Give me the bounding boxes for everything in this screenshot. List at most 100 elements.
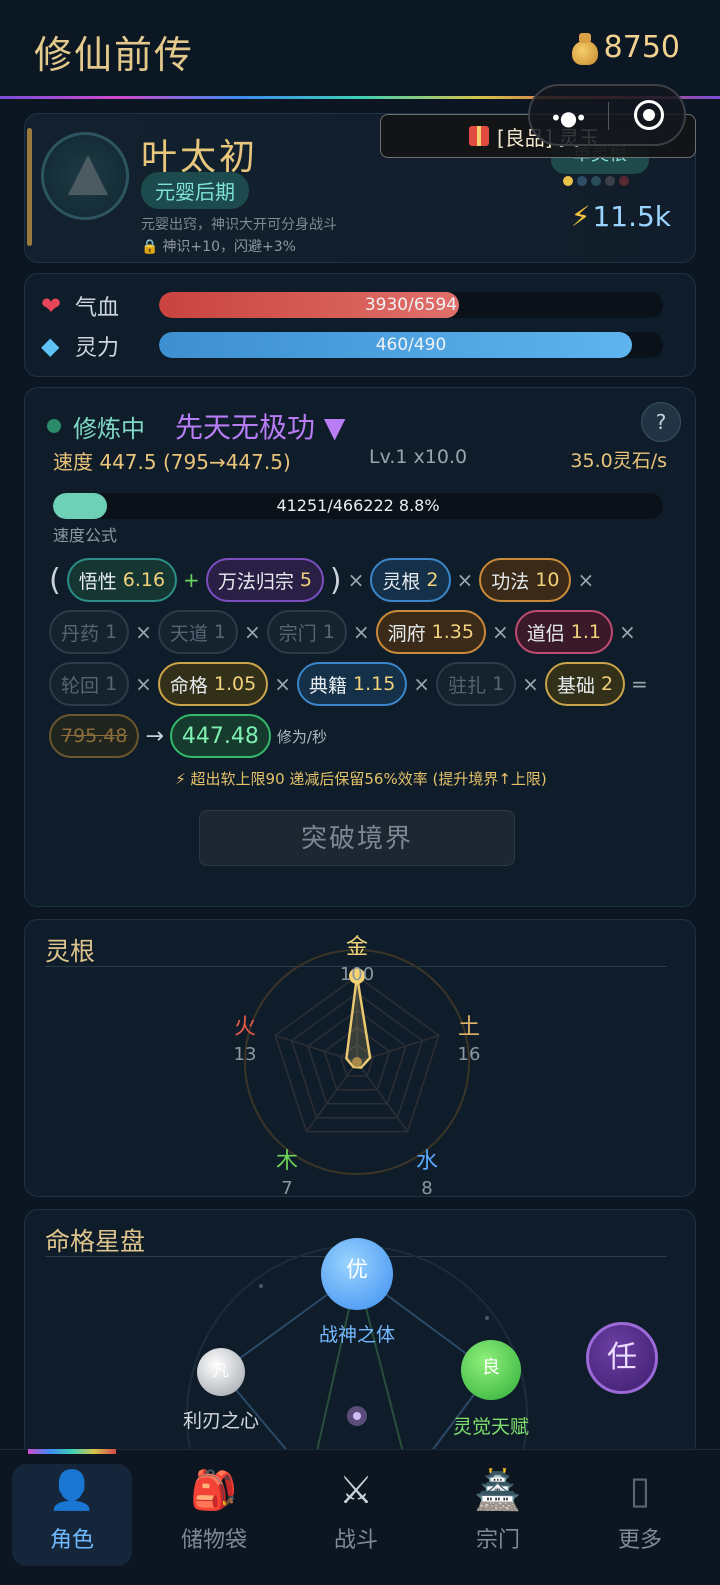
quality-dot [563, 176, 573, 186]
more-dots-icon[interactable]: •●• [550, 106, 587, 130]
destiny-orb-right[interactable]: 良 [461, 1340, 521, 1400]
chip-key: 轮回 [61, 674, 100, 697]
formula-chip[interactable]: 宗门 1 [266, 610, 347, 654]
final-result-chip: 447.48 [169, 714, 271, 758]
chip-value: 1.05 [213, 673, 257, 695]
spirit-root-radar: 金 100 土 16 水 8 木 7 火 13 [234, 935, 481, 1198]
multiply-sign: × [135, 620, 152, 644]
bottom-nav: 👤 角色 🎒 储物袋 ⚔ 战斗 🏯 宗门 ▯ 更多 [0, 1449, 720, 1585]
formula-chip[interactable]: 驻扎 1 [436, 662, 517, 706]
formula-chip[interactable]: 基础 2 [544, 662, 626, 706]
formula-chip[interactable]: 万法归宗 5 [205, 558, 324, 602]
nav-label: 角色 [49, 1528, 94, 1553]
nav-inventory[interactable]: 🎒 储物袋 [154, 1464, 274, 1554]
exp-text: 41251/466222 8.8% [276, 496, 440, 515]
chip-value: 2 [426, 569, 439, 591]
chip-key: 宗门 [278, 622, 317, 645]
skill-level: Lv.1 x10.0 [369, 446, 468, 468]
chip-value: 10 [535, 569, 560, 591]
radar-element-name: 火 [234, 1015, 256, 1040]
destiny-orb-left[interactable]: 凡 [197, 1348, 245, 1396]
formula-chip[interactable]: 道侣 1.1 [514, 610, 613, 654]
radar-element-name: 木 [276, 1149, 298, 1174]
chip-key: 灵根 [382, 570, 421, 593]
chip-key: 悟性 [78, 570, 117, 593]
nav-more[interactable]: ▯ 更多 [580, 1464, 700, 1554]
spirit-root-card: 灵根 金 100 土 16 水 8 木 7 火 13 [24, 919, 696, 1198]
hp-row: ❤ 气血 [41, 290, 159, 322]
formula-chip[interactable]: 悟性 6.16 [66, 558, 178, 602]
final-result: 447.48 [181, 723, 259, 749]
help-button[interactable]: ? [641, 402, 681, 442]
chip-value: 1 [322, 621, 335, 643]
destiny-orb-top[interactable]: 优 [321, 1238, 393, 1310]
multiply-sign: × [413, 672, 431, 696]
nav-label: 储物袋 [180, 1528, 247, 1553]
lightning-icon: ⚡ [570, 200, 591, 233]
lock-icon: 🔒 [141, 239, 159, 255]
close-target-icon[interactable] [634, 100, 664, 130]
chip-value: 2 [600, 673, 614, 695]
stone-rate: 35.0灵石/s [570, 450, 667, 472]
heart-icon: ❤ [41, 292, 62, 320]
task-button[interactable]: 任 [586, 1322, 658, 1394]
formula-chip[interactable]: 命格 1.05 [157, 662, 269, 706]
chip-value: 1 [213, 621, 226, 643]
person-icon: 👤 [48, 1468, 96, 1512]
nav-label: 更多 [617, 1528, 662, 1553]
nav-battle[interactable]: ⚔ 战斗 [296, 1464, 416, 1554]
chip-key: 天道 [169, 622, 208, 645]
formula-chip[interactable]: 灵根 2 [370, 558, 451, 602]
backpack-icon: 🎒 [190, 1468, 238, 1512]
formula-chip[interactable]: 丹药 1 [49, 610, 130, 654]
nav-label: 战斗 [333, 1528, 378, 1553]
cultivation-header: 修炼中 先天无极功 ▼ [47, 406, 345, 446]
radar-element-name: 水 [416, 1149, 438, 1174]
radar-element-name: 金 [346, 935, 368, 960]
equals-sign: = [631, 672, 648, 696]
exp-bar: 41251/466222 8.8% [53, 493, 663, 519]
multiply-sign: × [577, 568, 595, 592]
formula-chip[interactable]: 功法 10 [479, 558, 572, 602]
nav-sect[interactable]: 🏯 宗门 [438, 1464, 558, 1554]
radar-element-value: 16 [458, 1044, 481, 1065]
chip-value: 1 [105, 673, 118, 695]
radar-value-shape [345, 975, 372, 1069]
radar-element-value: 7 [281, 1178, 292, 1198]
hp-text: 3930/6594 [364, 295, 458, 315]
formula-chip[interactable]: 典籍 1.15 [296, 662, 408, 706]
combat-power: ⚡11.5k [571, 200, 671, 233]
chip-value: 5 [299, 569, 312, 591]
profile-accent-bar [27, 128, 32, 246]
chip-value: 1.15 [352, 673, 396, 695]
chip-value: 6.16 [122, 569, 166, 591]
chip-key: 驻扎 [448, 674, 487, 697]
money-bag-icon [570, 31, 600, 65]
hp-label: 气血 [75, 296, 120, 321]
result-unit: 修为/秒 [276, 727, 327, 746]
formula-chip[interactable]: 天道 1 [157, 610, 238, 654]
multiply-sign: × [243, 620, 261, 644]
nav-character[interactable]: 👤 角色 [12, 1464, 132, 1566]
gold-display: 8750 [570, 30, 680, 65]
perk-text: 神识+10，闪避+3% [162, 239, 296, 255]
multiply-sign: × [274, 672, 291, 696]
soft-cap-note: ⚡ 超出软上限90 递减后保留56%效率 (提升境界↑上限) [175, 770, 547, 788]
cultivation-card: 修炼中 先天无极功 ▼ ? 速度 447.5 (795→447.5) Lv.1 … [24, 387, 696, 907]
skill-selector[interactable]: 先天无极功 ▼ [175, 406, 345, 446]
formula-chip[interactable]: 轮回 1 [49, 662, 130, 706]
chip-value: 1 [492, 673, 505, 695]
formula-chips: (悟性 6.16 + 万法归宗 5) × 灵根 2 × 功法 10 × 丹药 1 × 天道 1 × 宗门 1 × 洞府 1.… [49, 558, 679, 758]
mp-text: 460/490 [375, 335, 447, 355]
chip-key: 洞府 [387, 622, 426, 645]
destiny-name-top: 战神之体 [318, 1324, 395, 1346]
multiply-sign: × [618, 620, 636, 644]
quality-dots [563, 176, 629, 186]
radar-element-name: 土 [458, 1015, 480, 1040]
app-title: 修仙前传 [34, 33, 195, 77]
miniprogram-capsule: •●• [528, 84, 686, 146]
formula-chip[interactable]: 洞府 1.35 [375, 610, 486, 654]
gold-amount: 8750 [603, 30, 680, 65]
breakthrough-button[interactable]: 突破境界 [199, 810, 515, 866]
avatar[interactable] [41, 132, 129, 220]
